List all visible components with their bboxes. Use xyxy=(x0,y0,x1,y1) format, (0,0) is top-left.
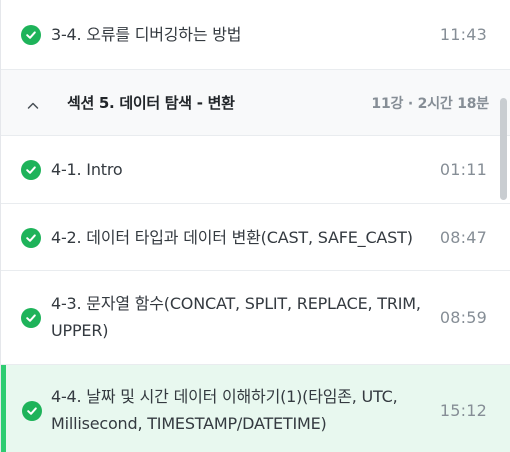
lecture-title: 4-2. 데이터 타입과 데이터 변환(CAST, SAFE_CAST) xyxy=(51,228,413,247)
lecture-item-4-4-active[interactable]: 4-4. 날짜 및 시간 데이터 이해하기(1)(타임존, UTC, Milli… xyxy=(1,365,510,452)
lecture-duration: 08:59 xyxy=(439,308,487,327)
section-header-5[interactable]: 섹션 5. 데이터 탐색 - 변환 11강 · 2시간 18분 xyxy=(1,70,510,136)
lecture-item-4-1[interactable]: 4-1. Intro 01:11 xyxy=(1,136,510,204)
lecture-title: 3-4. 오류를 디버깅하는 방법 xyxy=(51,25,242,44)
lecture-item-4-2[interactable]: 4-2. 데이터 타입과 데이터 변환(CAST, SAFE_CAST) 08:… xyxy=(1,204,510,271)
lecture-title: 4-4. 날짜 및 시간 데이터 이해하기(1)(타임존, UTC, Milli… xyxy=(51,387,398,433)
check-circle-icon xyxy=(21,308,41,328)
section-title: 섹션 5. 데이터 탐색 - 변환 xyxy=(67,94,235,112)
check-circle-icon xyxy=(21,25,41,45)
lecture-title: 4-3. 문자열 함수(CONCAT, SPLIT, REPLACE, TRIM… xyxy=(51,294,421,340)
lecture-title: 4-1. Intro xyxy=(51,160,123,179)
lecture-duration: 11:43 xyxy=(439,25,487,44)
lecture-item-3-4[interactable]: 3-4. 오류를 디버깅하는 방법 11:43 xyxy=(1,0,510,70)
chevron-up-icon[interactable] xyxy=(27,97,39,109)
check-circle-icon xyxy=(21,160,41,180)
check-circle-icon xyxy=(22,401,42,421)
curriculum-panel: 3-4. 오류를 디버깅하는 방법 11:43 섹션 5. 데이터 탐색 - 변… xyxy=(0,0,510,452)
lecture-duration: 08:47 xyxy=(439,228,487,247)
check-circle-icon xyxy=(21,228,41,248)
scrollbar-thumb[interactable] xyxy=(500,98,507,200)
lecture-duration: 01:11 xyxy=(439,160,487,179)
lecture-duration: 15:12 xyxy=(439,401,487,420)
section-meta: 11강 · 2시간 18분 xyxy=(371,96,489,112)
lecture-item-4-3[interactable]: 4-3. 문자열 함수(CONCAT, SPLIT, REPLACE, TRIM… xyxy=(1,271,510,365)
